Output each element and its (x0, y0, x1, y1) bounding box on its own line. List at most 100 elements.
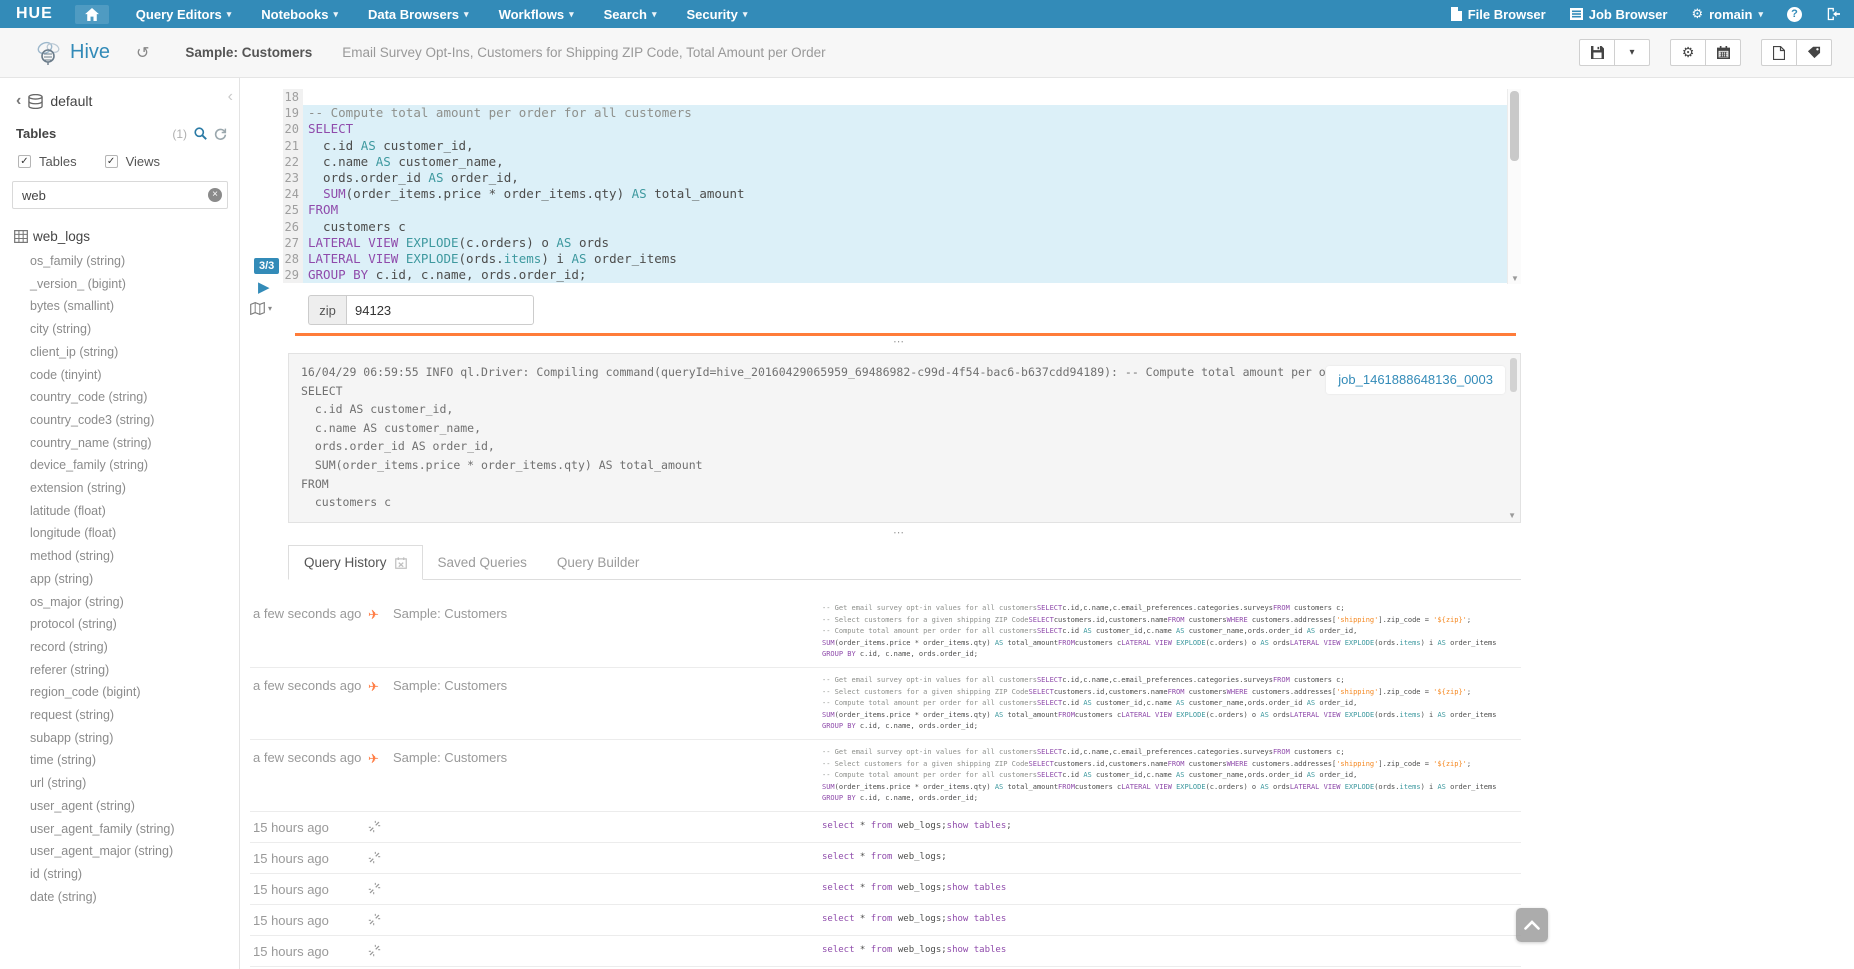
tags-button[interactable] (1796, 39, 1832, 66)
log-scrollbar-thumb[interactable] (1510, 358, 1517, 392)
history-row[interactable]: 15 hours agoselect * from web_logs;show … (250, 874, 1521, 905)
column-item[interactable]: user_agent (string) (30, 795, 239, 818)
history-row[interactable]: a few seconds ago✈Sample: Customers-- Ge… (250, 740, 1521, 812)
sidebar-collapse-icon[interactable]: ‹ (228, 88, 233, 106)
column-item[interactable]: client_ip (string) (30, 341, 239, 364)
column-item[interactable]: method (string) (30, 545, 239, 568)
scroll-to-top-button[interactable] (1516, 908, 1548, 942)
user-menu[interactable]: ⚙ romain ▾ (1691, 7, 1763, 22)
history-row[interactable]: a few seconds ago✈Sample: Customers-- Ge… (250, 668, 1521, 740)
history-row[interactable]: 15 hours agoselect * from web_logs;show … (250, 905, 1521, 936)
tab-query-history[interactable]: Query History (288, 545, 423, 580)
history-row[interactable]: 15 hours agoselect * from web_logs;show … (250, 936, 1521, 967)
column-item[interactable]: id (string) (30, 863, 239, 886)
column-item[interactable]: bytes (smallint) (30, 295, 239, 318)
nav-menu-notebooks[interactable]: Notebooks▾ (246, 0, 353, 28)
editor-line[interactable]: 28LATERAL VIEW EXPLODE(ords.items) i AS … (283, 251, 1521, 267)
editor-line[interactable]: 19-- Compute total amount per order for … (283, 105, 1521, 121)
sql-editor[interactable]: 1819-- Compute total amount per order fo… (283, 89, 1521, 284)
refresh-button[interactable] (214, 127, 227, 140)
home-button[interactable] (75, 5, 109, 24)
column-item[interactable]: city (string) (30, 318, 239, 341)
column-item[interactable]: device_family (string) (30, 454, 239, 477)
tab-saved-queries[interactable]: Saved Queries (423, 546, 542, 579)
column-item[interactable]: user_agent_family (string) (30, 818, 239, 841)
column-item[interactable]: latitude (float) (30, 500, 239, 523)
nav-menu-query-editors[interactable]: Query Editors▾ (121, 0, 247, 28)
column-item[interactable]: country_code (string) (30, 386, 239, 409)
save-button[interactable] (1579, 39, 1615, 66)
editor-line[interactable]: 24 SUM(order_items.price * order_items.q… (283, 186, 1521, 202)
query-description[interactable]: Email Survey Opt-Ins, Customers for Ship… (342, 45, 825, 60)
history-row[interactable]: a few seconds ago✈Sample: Customers-- Ge… (250, 596, 1521, 668)
editor-line[interactable]: 25FROM (283, 202, 1521, 218)
editor-line[interactable]: 27LATERAL VIEW EXPLODE(c.orders) o AS or… (283, 235, 1521, 251)
job-link[interactable]: job_1461888648136_0003 (1338, 372, 1493, 387)
database-name[interactable]: default (50, 93, 92, 109)
column-item[interactable]: subapp (string) (30, 727, 239, 750)
column-item[interactable]: region_code (bigint) (30, 681, 239, 704)
query-title[interactable]: Sample: Customers (185, 45, 312, 60)
nav-menu-security[interactable]: Security▾ (672, 0, 763, 28)
hue-logo[interactable]: HUE (16, 5, 53, 23)
column-item[interactable]: time (string) (30, 749, 239, 772)
hive-app-link[interactable]: Hive (36, 40, 110, 66)
log-resize-handle[interactable]: ⋯ (283, 528, 1516, 538)
history-row[interactable]: 15 hours agoselect * from web_logs;show … (250, 812, 1521, 843)
run-query-button[interactable]: ▶ (258, 278, 270, 296)
nav-menu-search[interactable]: Search▾ (589, 0, 672, 28)
tab-query-builder[interactable]: Query Builder (542, 546, 655, 579)
column-item[interactable]: code (tinyint) (30, 364, 239, 387)
query-history-icon[interactable]: ↺ (136, 43, 149, 62)
column-item[interactable]: country_code3 (string) (30, 409, 239, 432)
file-browser-link[interactable]: File Browser (1451, 7, 1546, 22)
job-browser-link[interactable]: Job Browser (1570, 7, 1668, 22)
column-item[interactable]: referer (string) (30, 659, 239, 682)
editor-line[interactable]: 26 customers c (283, 219, 1521, 235)
column-item[interactable]: request (string) (30, 704, 239, 727)
browse-locations-button[interactable]: ▾ (250, 302, 272, 315)
variable-value-input[interactable] (346, 295, 534, 325)
checkbox-icon[interactable]: ✓ (18, 155, 31, 168)
save-options-button[interactable]: ▾ (1614, 39, 1650, 66)
column-item[interactable]: url (string) (30, 772, 239, 795)
filter-views[interactable]: ✓Views (105, 154, 160, 169)
column-item[interactable]: os_family (string) (30, 250, 239, 273)
editor-resize-handle[interactable]: ⋯ (283, 337, 1516, 347)
nav-menu-workflows[interactable]: Workflows▾ (484, 0, 589, 28)
editor-line[interactable]: 22 c.name AS customer_name, (283, 154, 1521, 170)
table-item-web-logs[interactable]: web_logs (14, 229, 239, 244)
column-item[interactable]: os_major (string) (30, 591, 239, 614)
nav-menu-data-browsers[interactable]: Data Browsers▾ (353, 0, 484, 28)
editor-line[interactable]: 21 c.id AS customer_id, (283, 138, 1521, 154)
log-scroll-down-icon[interactable]: ▼ (1508, 511, 1516, 520)
column-item[interactable]: record (string) (30, 636, 239, 659)
column-item[interactable]: _version_ (bigint) (30, 273, 239, 296)
editor-line[interactable]: 29GROUP BY c.id, c.name, ords.order_id; (283, 267, 1521, 283)
editor-line[interactable]: 23 ords.order_id AS order_id, (283, 170, 1521, 186)
editor-line[interactable]: 20SELECT (283, 121, 1521, 137)
column-item[interactable]: country_name (string) (30, 432, 239, 455)
clear-search-icon[interactable]: × (208, 188, 222, 202)
settings-button[interactable]: ⚙ (1670, 39, 1706, 66)
column-item[interactable]: user_agent_major (string) (30, 840, 239, 863)
search-toggle[interactable] (194, 127, 207, 140)
column-item[interactable]: longitude (float) (30, 522, 239, 545)
schedule-button[interactable] (1705, 39, 1741, 66)
scroll-down-icon[interactable]: ▼ (1511, 274, 1519, 283)
editor-line[interactable]: 18 (283, 89, 1521, 105)
column-item[interactable]: extension (string) (30, 477, 239, 500)
logout-button[interactable] (1826, 7, 1840, 21)
table-search-input[interactable] (12, 181, 228, 209)
column-item[interactable]: protocol (string) (30, 613, 239, 636)
column-item[interactable]: date (string) (30, 886, 239, 909)
help-button[interactable]: ? (1787, 7, 1802, 22)
new-document-button[interactable] (1761, 39, 1797, 66)
column-item[interactable]: app (string) (30, 568, 239, 591)
filter-tables[interactable]: ✓Tables (18, 154, 77, 169)
checkbox-icon[interactable]: ✓ (105, 155, 118, 168)
scrollbar-thumb[interactable] (1510, 91, 1519, 161)
history-row[interactable]: 15 hours agoselect * from web_logs; (250, 843, 1521, 874)
back-chevron-icon[interactable]: ‹ (16, 92, 21, 110)
editor-scrollbar[interactable]: ▼ (1507, 89, 1521, 284)
